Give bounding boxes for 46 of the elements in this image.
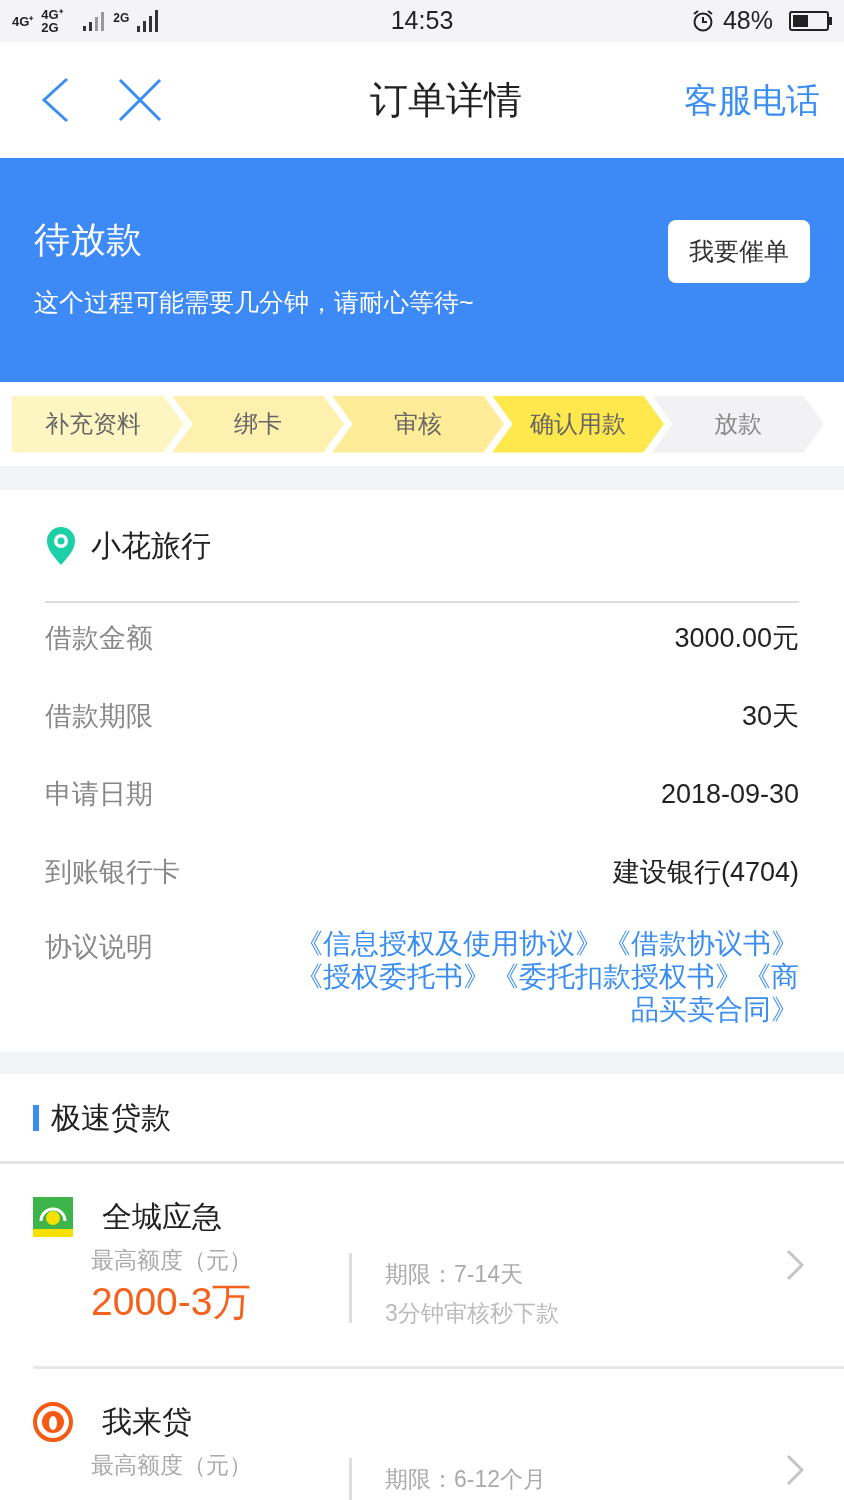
- status-time: 14:53: [390, 5, 454, 37]
- app-logo-icon: [33, 1401, 73, 1442]
- progress-step: 绑卡: [172, 395, 344, 453]
- term-text: 期限：7-14天: [385, 1260, 525, 1289]
- network-label: 2G: [113, 12, 130, 24]
- amount-label: 最高额度（元）: [91, 1451, 253, 1480]
- product-name: 我来贷: [102, 1404, 192, 1440]
- location-pin-icon: [45, 525, 77, 566]
- network-label: 4G⁺: [12, 14, 34, 28]
- field-value: 3000.00元: [674, 621, 799, 655]
- field-value: 建设银行(4704): [612, 855, 799, 889]
- field-label: 到账银行卡: [45, 855, 180, 889]
- customer-service-link[interactable]: 客服电话: [684, 74, 820, 126]
- field-label: 申请日期: [45, 777, 153, 811]
- progress-step: 审核: [332, 395, 504, 453]
- progress-step: 确认用款: [492, 395, 664, 453]
- field-label: 协议说明: [45, 931, 153, 964]
- section-marker: [33, 1104, 39, 1131]
- status-title: 待放款: [34, 222, 142, 258]
- battery-percent: 48%: [722, 5, 773, 37]
- page-title: 订单详情: [369, 77, 522, 123]
- field-value: 2018-09-30: [660, 777, 799, 811]
- agreement-links[interactable]: 《信息授权及使用协议》《借款协议书》 《授权委托书》《委托扣款授权书》《商品买卖合同》: [269, 927, 799, 1026]
- network-label: 4G⁺ 2G: [41, 8, 64, 34]
- status-message: 这个过程可能需要几分钟，请耐心等待~: [34, 287, 475, 318]
- battery-icon: [789, 11, 832, 31]
- progress-step: 放款: [652, 395, 824, 453]
- amount-range: 2000-3万: [91, 1278, 253, 1325]
- promo-text: 3分钟审核秒下款: [385, 1298, 559, 1328]
- field-label: 借款期限: [45, 699, 153, 733]
- field-value: 30天: [741, 699, 799, 733]
- signal-icon: [83, 11, 106, 31]
- section-title: 极速贷款: [51, 1100, 171, 1136]
- field-label: 借款金额: [45, 621, 153, 655]
- term-text: 期限：6-12个月: [385, 1465, 547, 1494]
- chevron-right-icon[interactable]: [786, 1454, 804, 1486]
- chevron-right-icon[interactable]: [786, 1249, 804, 1281]
- amount-label: 最高额度（元）: [91, 1246, 253, 1275]
- product-name: 全城应急: [102, 1199, 222, 1235]
- urge-order-button[interactable]: 我要催单: [668, 220, 810, 283]
- merchant-name: 小花旅行: [91, 528, 211, 564]
- progress-step: 补充资料: [12, 395, 184, 453]
- back-icon[interactable]: [40, 77, 70, 123]
- app-logo-icon: [33, 1196, 73, 1237]
- signal-icon: [137, 10, 160, 32]
- close-icon[interactable]: [118, 78, 162, 122]
